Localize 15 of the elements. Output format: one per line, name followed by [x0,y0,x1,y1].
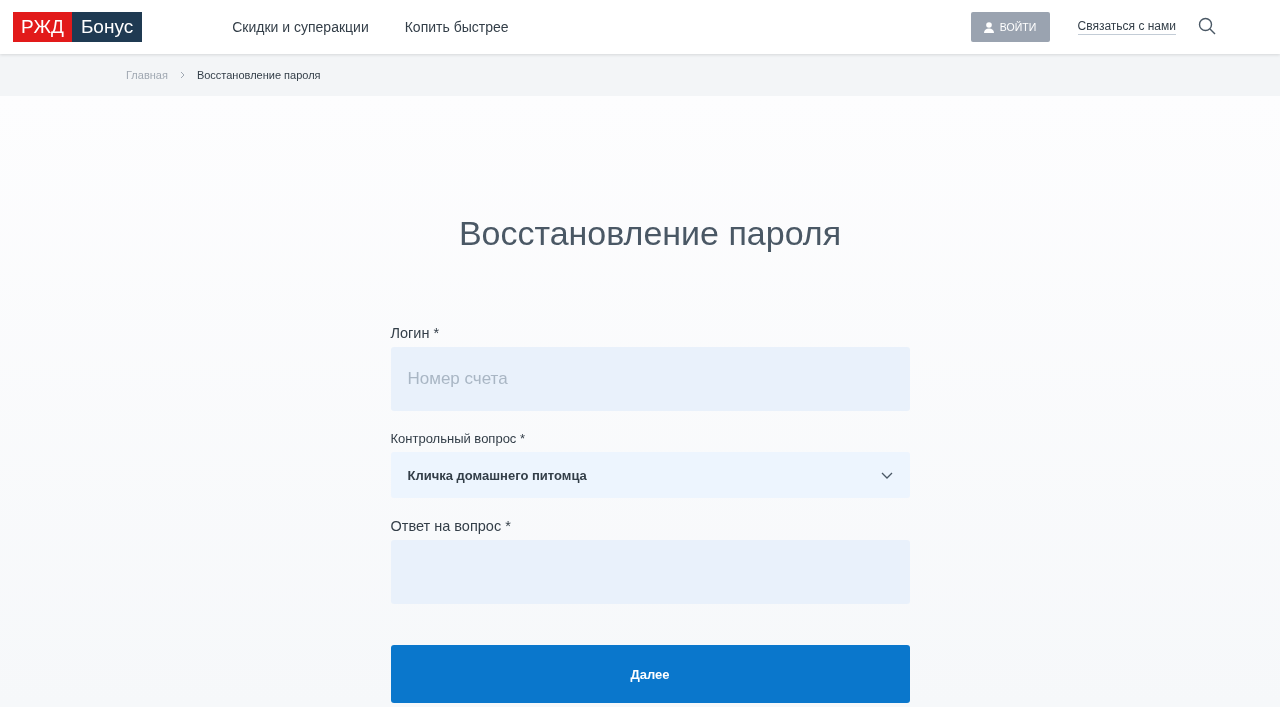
breadcrumb-link[interactable]: Восстановление пароля [196,69,321,81]
contact-link[interactable]: Связаться с нами [1077,19,1176,35]
field-label: Контрольный вопрос * [390,431,527,446]
user-icon [983,21,994,33]
field-label: Ответ на вопрос * [390,518,512,534]
field-label: Логин * [390,325,441,341]
chevron-down-icon [880,471,893,479]
next-button[interactable]: Далее [390,645,910,703]
question-dropdown[interactable]: Кличка домашнего питомца [390,452,910,498]
nav-link[interactable]: Скидки и суперакции [232,19,369,35]
page-title: Восстановление пароля [458,214,842,253]
input-field[interactable]: Номер счета [390,347,910,411]
nav-link[interactable]: Копить быстрее [404,19,509,35]
search-button[interactable] [1198,17,1218,37]
chevron-right-icon [179,71,185,79]
